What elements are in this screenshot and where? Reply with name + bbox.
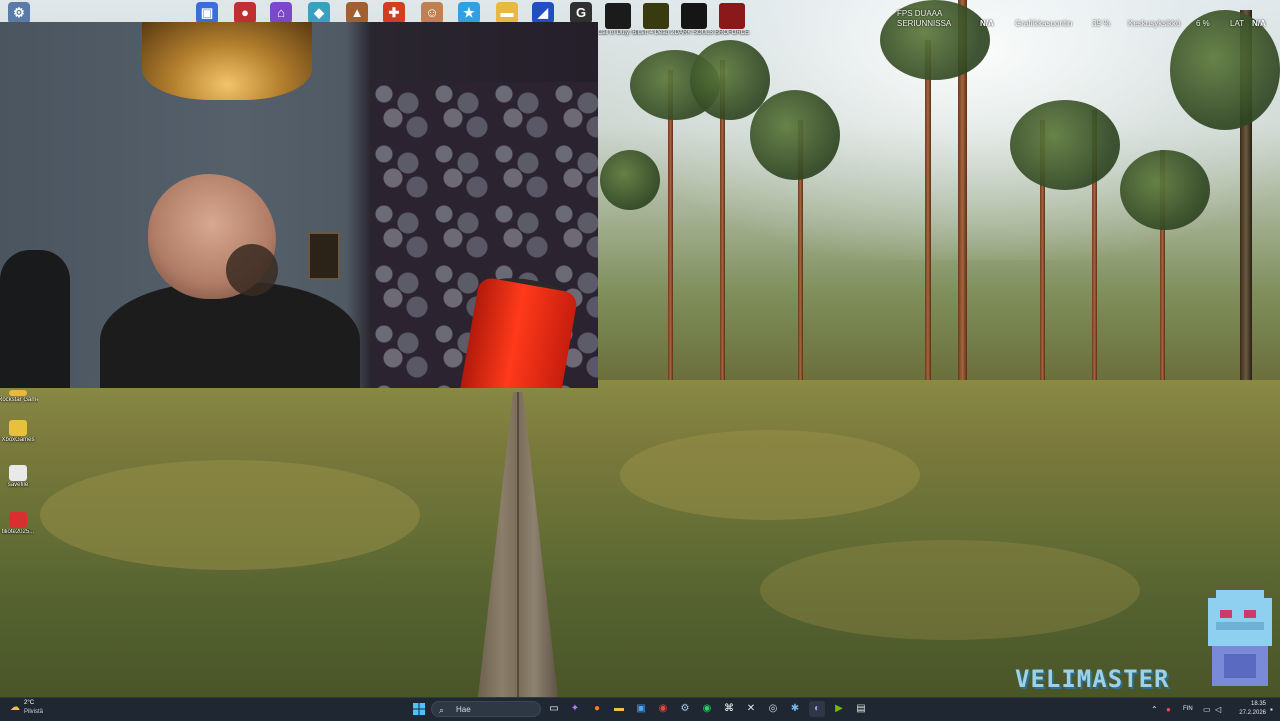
folder-icon[interactable]: ▬	[496, 2, 518, 24]
clock[interactable]: 18.35 27.2.2026	[1236, 700, 1266, 718]
taskbar: ☁ 2°C Pilvistä ⌕ Hae ▭ ✦ ● ▬ ▣ ◉ ⚙ ◉ ⌘ ✕…	[0, 697, 1280, 721]
shortcut-label: Rockstar Games	[0, 397, 38, 403]
webcam-overlay	[0, 22, 598, 388]
lat-label: LAT	[1230, 19, 1245, 28]
rockstar-games-folder-icon	[9, 390, 27, 396]
steam-icon[interactable]: ⚙	[677, 701, 693, 717]
shortcut-label: Left 4 Dead 2	[637, 30, 675, 36]
search-icon: ⌕	[439, 705, 445, 715]
xbox-icon[interactable]: ✕	[743, 701, 759, 717]
blackops3-icon	[605, 3, 631, 29]
picture-frame	[308, 232, 340, 280]
network-icon[interactable]: ▭	[1203, 698, 1211, 721]
ground	[0, 380, 1280, 697]
twitch-icon[interactable]: ⌂	[270, 2, 292, 24]
fps-sub: SERIUNNISSA	[897, 19, 952, 28]
volume-icon[interactable]: ◁	[1215, 698, 1221, 721]
lat-value: N/A	[1252, 19, 1266, 28]
fps-label: FPS DUAAA	[897, 9, 943, 18]
shortcut-label: XboxGames	[1, 437, 35, 443]
darksouls-shortcut[interactable]: DARK SOULS	[674, 3, 714, 37]
gaming-chair	[0, 250, 70, 388]
game-icon-4[interactable]: ▲	[346, 2, 368, 24]
pdf-shortcut[interactable]: tiliote2025...	[0, 512, 38, 536]
weather-temp: 2°C	[24, 700, 35, 706]
xboxgames-folder-shortcut[interactable]: XboxGames	[0, 420, 38, 444]
rockstar-games-folder-shortcut[interactable]: Rockstar Games	[0, 390, 38, 404]
language-indicator[interactable]: FIN	[1183, 698, 1193, 721]
fps-value: N/A	[980, 19, 994, 28]
task-view-button[interactable]: ▭	[546, 701, 562, 717]
ceiling-lamp	[142, 22, 312, 100]
pixel-mascot-icon	[1208, 590, 1272, 686]
person-beard	[226, 244, 278, 296]
game-icon-1[interactable]: ▣	[196, 2, 218, 24]
left4dead2-shortcut[interactable]: Left 4 Dead 2	[636, 3, 676, 37]
spotify-icon[interactable]: ◉	[699, 701, 715, 717]
game-icon-5[interactable]: ✚	[383, 2, 405, 24]
gpu-value: 39 %	[1092, 19, 1111, 28]
boardwalk-seam	[517, 392, 519, 697]
left4dead2-icon	[643, 3, 669, 29]
network-tool-icon[interactable]: ✱	[787, 701, 803, 717]
start-button[interactable]	[411, 701, 427, 717]
weather-icon: ☁	[10, 702, 20, 713]
game-icon-9[interactable]: G	[570, 2, 592, 24]
weather-widget[interactable]: ☁ 2°C Pilvistä	[8, 700, 58, 718]
discord-icon[interactable]: ◐	[809, 701, 825, 717]
settings-app-icon[interactable]: ⚙	[8, 2, 30, 24]
chrome-icon[interactable]: ◉	[655, 701, 671, 717]
search-placeholder: Hae	[456, 705, 471, 714]
tray-chevron-icon[interactable]: ⌃	[1151, 698, 1158, 721]
game-icon-2[interactable]: ●	[234, 2, 256, 24]
nvidia-icon[interactable]: ▶	[831, 701, 847, 717]
savefile-icon	[9, 465, 27, 481]
file-explorer-icon[interactable]: ▬	[611, 701, 627, 717]
taskmanager-icon[interactable]: ▤	[853, 701, 869, 717]
obs-icon[interactable]: ◎	[765, 701, 781, 717]
shortcut-label: DARK SOULS	[674, 30, 714, 36]
firefox-icon[interactable]: ●	[589, 701, 605, 717]
broforce-icon	[719, 3, 745, 29]
microphone-tray-icon[interactable]: ●	[1166, 698, 1171, 721]
cpu-value: 6 %	[1196, 19, 1210, 28]
pdf-icon	[9, 512, 27, 528]
xboxgames-folder-icon	[9, 420, 27, 436]
game-app-icon[interactable]: ⌘	[721, 701, 737, 717]
weather-desc: Pilvistä	[24, 709, 44, 715]
broforce-shortcut[interactable]: BROFORCE	[712, 3, 752, 37]
windows-logo-icon	[413, 703, 425, 715]
game-icon-3[interactable]: ◆	[308, 2, 330, 24]
store-icon[interactable]: ▣	[633, 701, 649, 717]
game-icon-6[interactable]: ☺	[421, 2, 443, 24]
shortcut-label: Call of Duty: Black Ops III	[598, 30, 638, 36]
velimaster-logo: VELIMASTER	[1015, 665, 1170, 693]
game-icon-7[interactable]: ★	[458, 2, 480, 24]
blackops3-shortcut[interactable]: Call of Duty: Black Ops III	[598, 3, 638, 37]
shortcut-label: savefile	[7, 482, 29, 488]
clock-date: 27.2.2026	[1239, 710, 1266, 716]
gpu-label: Grafiikkasuoritin	[1015, 19, 1073, 28]
shortcut-label: BROFORCE	[714, 30, 749, 36]
copilot-icon[interactable]: ✦	[567, 701, 583, 717]
savefile-shortcut[interactable]: savefile	[0, 465, 38, 489]
game-icon-8[interactable]: ◢	[532, 2, 554, 24]
search-box[interactable]: ⌕ Hae	[431, 701, 541, 717]
clock-time: 18.35	[1250, 701, 1266, 707]
cpu-label: Keskusyksikkö	[1128, 19, 1181, 28]
darksouls-icon	[681, 3, 707, 29]
notifications-icon[interactable]: ▪	[1270, 698, 1273, 721]
person-body	[100, 282, 360, 388]
shortcut-label: tiliote2025...	[1, 529, 35, 535]
